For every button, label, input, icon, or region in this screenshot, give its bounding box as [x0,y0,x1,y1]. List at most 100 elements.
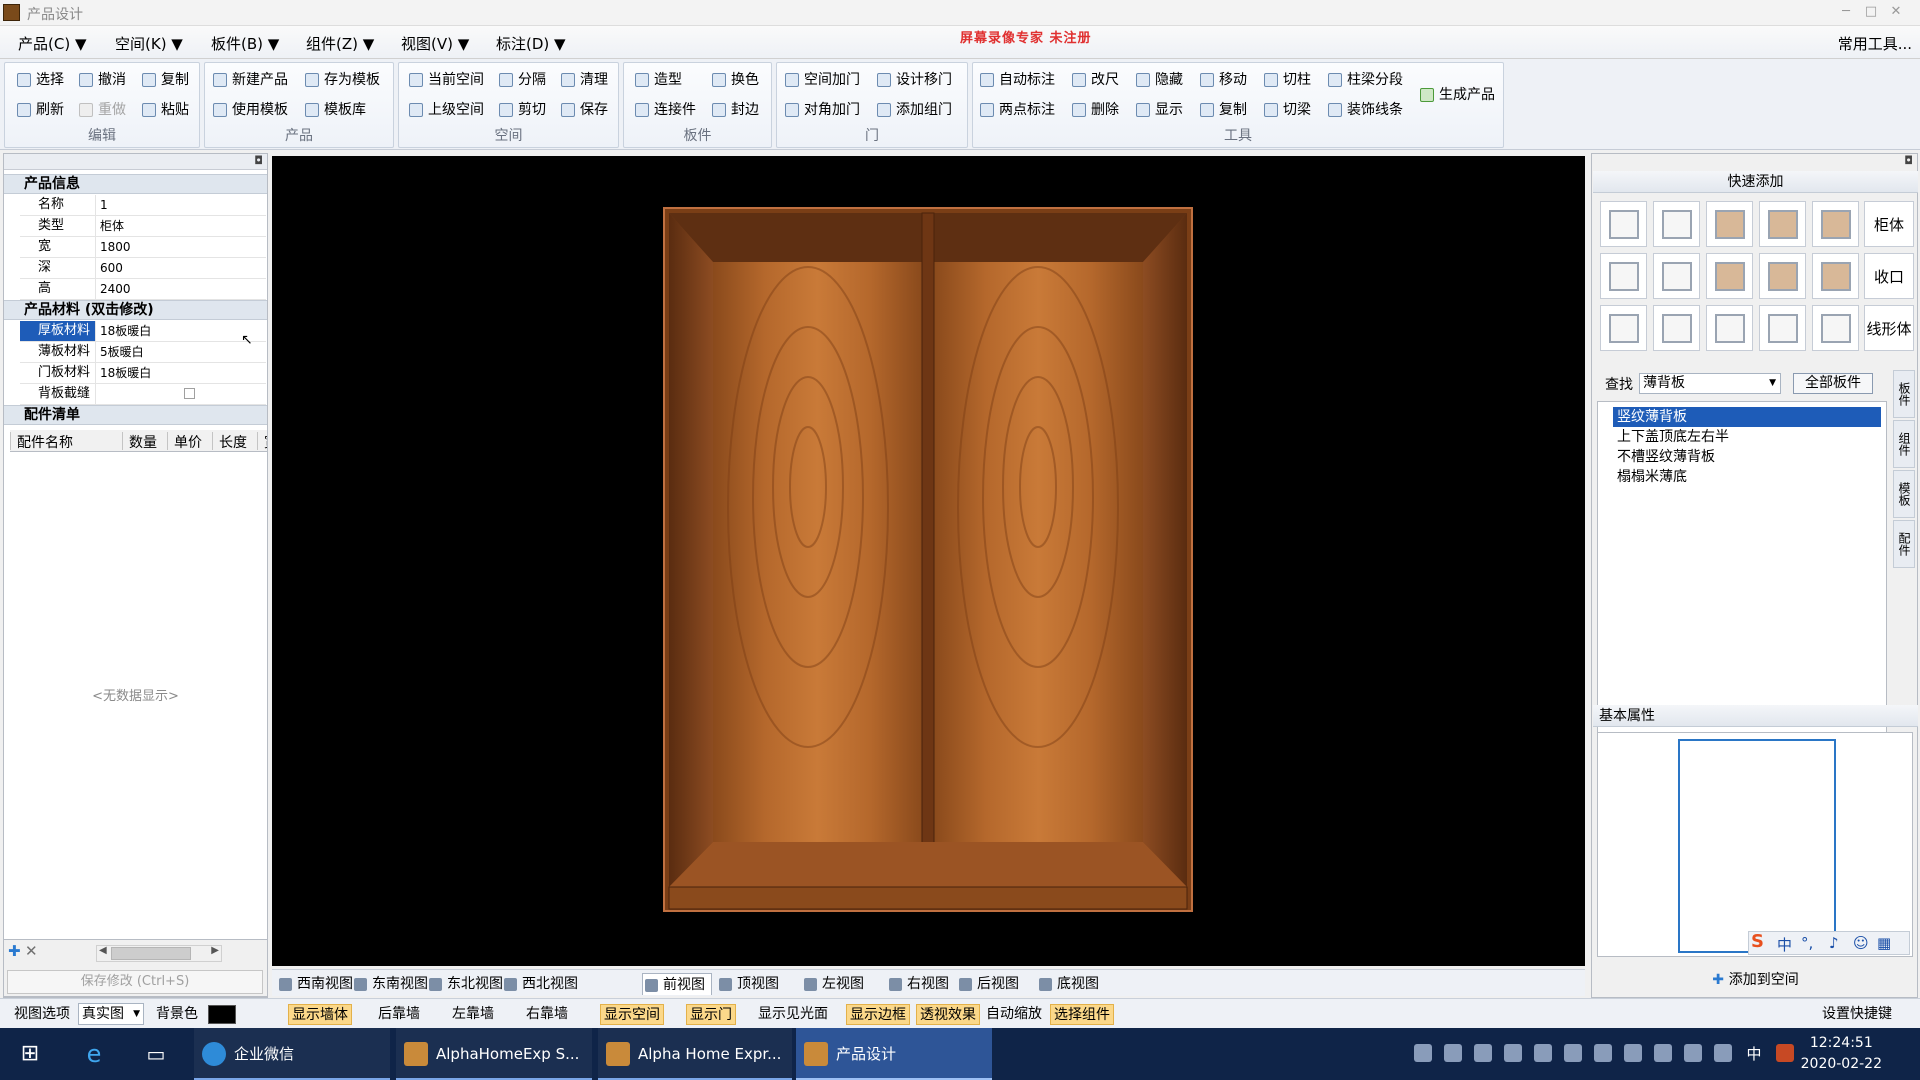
menu-space[interactable]: 空间(K) ▼ [115,33,183,54]
trim-template-tile[interactable] [1600,253,1647,299]
list-item[interactable]: 榻榻米薄底 [1613,467,1881,487]
shield-icon[interactable] [1534,1044,1552,1062]
side-tab-templates[interactable]: 模板 [1893,470,1915,518]
shortcut-settings-button[interactable]: 设置快捷键 [1822,1004,1892,1025]
template-library-button[interactable]: 模板库 [305,99,366,121]
taskbar-app-alphahome-2[interactable]: Alpha Home Expr... [598,1028,792,1080]
prop-row-thick-board[interactable]: 厚板材料 18板暖白 [20,321,266,342]
col-width[interactable]: 宽 [257,432,267,450]
tab-right-view[interactable]: 右视图 [887,973,949,995]
duplicate-button[interactable]: 复制 [1200,99,1247,121]
scroll-left-icon[interactable]: ◀ [99,945,107,956]
trim-template-tile[interactable] [1706,253,1753,299]
toggle-left-wall[interactable]: 左靠墙 [452,1004,494,1025]
cabinet-template-tile[interactable] [1653,201,1700,247]
menu-board[interactable]: 板件(B) ▼ [211,33,279,54]
tab-southeast-view[interactable]: 东南视图 [352,973,428,995]
side-tab-components[interactable]: 组件 [1893,420,1915,468]
ime-toolbar[interactable]: S 中 °, ♪ ☺ ▦ [1748,931,1910,955]
prop-row-height[interactable]: 高 2400 [20,279,266,300]
prop-row-thin-board[interactable]: 薄板材料 5板暖白 [20,342,266,363]
cabinet-model[interactable] [663,207,1193,912]
microphone-icon[interactable]: ♪ [1829,934,1839,952]
add-to-space-button[interactable]: ✚ 添加到空间 [1593,964,1918,996]
menu-view[interactable]: 视图(V) ▼ [401,33,469,54]
wifi-icon[interactable] [1564,1044,1582,1062]
linear-template-tile[interactable] [1812,305,1859,351]
menu-component[interactable]: 组件(Z) ▼ [306,33,374,54]
taskbar-app-alphahome-1[interactable]: AlphaHomeExp S... [396,1028,592,1080]
scroll-right-icon[interactable]: ▶ [211,945,219,956]
linear-template-tile[interactable] [1600,305,1647,351]
edge-band-button[interactable]: 封边 [712,99,759,121]
col-part-name[interactable]: 配件名称 [10,432,102,451]
paste-button[interactable]: 粘贴 [142,99,189,121]
connector-button[interactable]: 连接件 [635,99,696,121]
horizontal-scrollbar[interactable]: ◀ ▶ [96,945,222,962]
tab-northwest-view[interactable]: 西北视图 [502,973,578,995]
tab-back-view[interactable]: 后视图 [957,973,1019,995]
taskbar-app-product-design[interactable]: 产品设计 [796,1028,992,1080]
shape-button[interactable]: 造型 [635,69,682,91]
generate-product-button[interactable]: 生成产品 [1420,84,1495,106]
select-button[interactable]: 选择 [17,69,64,91]
close-button[interactable]: ✕ [1885,2,1907,22]
row-label-linear[interactable]: 线形体 [1864,305,1914,351]
side-tab-parts[interactable]: 配件 [1893,520,1915,568]
auto-dimension-button[interactable]: 自动标注 [980,69,1055,91]
col-length[interactable]: 长度 [212,432,257,451]
undo-button[interactable]: 撤消 [79,69,126,91]
space-add-door-button[interactable]: 空间加门 [785,69,860,91]
toggle-back-wall[interactable]: 后靠墙 [378,1004,420,1025]
menu-dimension[interactable]: 标注(D) ▼ [496,33,566,54]
row-label-trim[interactable]: 收口 [1864,253,1914,299]
pin-icon[interactable]: ◘ [1904,154,1913,167]
section-parts-list[interactable]: 配件清单 [4,405,267,425]
move-button[interactable]: 移动 [1200,69,1247,91]
common-tools-menu[interactable]: 常用工具... [1838,33,1912,54]
trim-template-tile[interactable] [1759,253,1806,299]
tab-front-view[interactable]: 前视图 [642,973,712,995]
prop-row-width[interactable]: 宽 1800 [20,237,266,258]
two-point-dimension-button[interactable]: 两点标注 [980,99,1055,121]
tray-device-icon[interactable] [1474,1044,1492,1062]
linear-template-tile[interactable] [1706,305,1753,351]
cabinet-template-tile[interactable] [1759,201,1806,247]
side-tab-boards[interactable]: 板件 [1893,370,1915,418]
swap-color-button[interactable]: 换色 [712,69,759,91]
all-boards-button[interactable]: 全部板件 [1793,373,1873,394]
row-label-cabinet[interactable]: 柜体 [1864,201,1914,247]
trim-template-tile[interactable] [1812,253,1859,299]
volume-icon[interactable] [1444,1044,1462,1062]
remove-icon[interactable]: ✕ [25,942,38,960]
media-icon[interactable] [1624,1044,1642,1062]
scroll-thumb[interactable] [111,947,191,960]
user-icon[interactable]: ☺ [1853,934,1869,952]
hide-button[interactable]: 隐藏 [1136,69,1183,91]
section-product-materials[interactable]: 产品材料 (双击修改) [4,300,267,320]
cabinet-template-tile[interactable] [1600,201,1647,247]
battery-icon[interactable] [1714,1044,1732,1062]
col-unit-price[interactable]: 单价 [167,432,212,451]
grid-menu-icon[interactable]: ▦ [1877,934,1891,952]
windows-start-icon[interactable]: ⊞ [14,1028,46,1080]
tab-bottom-view[interactable]: 底视图 [1037,973,1099,995]
section-product-info[interactable]: 产品信息 [4,174,267,194]
chevron-down-icon[interactable]: ▼ [133,1004,140,1024]
sogou-tray-icon[interactable] [1776,1044,1794,1062]
cabinet-template-tile[interactable] [1706,201,1753,247]
toggle-show-border[interactable]: 显示边框 [846,1004,910,1025]
nvidia-icon[interactable] [1594,1044,1612,1062]
render-mode-select[interactable]: 真实图 ▼ [78,1003,144,1025]
taskbar-app-wechat-work[interactable]: 企业微信 [194,1028,390,1080]
cut-button[interactable]: 剪切 [499,99,546,121]
space-save-button[interactable]: 保存 [561,99,608,121]
save-changes-button[interactable]: 保存修改 (Ctrl+S) [7,970,263,994]
cut-beam-button[interactable]: 切梁 [1264,99,1311,121]
divide-button[interactable]: 分隔 [499,69,546,91]
parent-space-button[interactable]: 上级空间 [409,99,484,121]
list-item[interactable]: 不槽竖纹薄背板 [1613,447,1881,467]
refresh-button[interactable]: 刷新 [17,99,64,121]
current-space-button[interactable]: 当前空间 [409,69,484,91]
minimize-button[interactable]: ─ [1835,2,1857,22]
